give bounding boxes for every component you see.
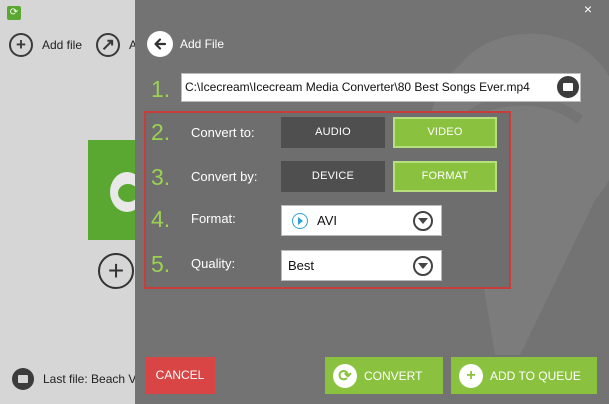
convert-by-format-button[interactable]: FORMAT — [393, 161, 497, 192]
add-file-panel: × Add File 1. C:\Icecream\Icecream Media… — [135, 0, 609, 404]
share-icon: ↗ — [96, 33, 120, 57]
close-button[interactable]: × — [581, 2, 595, 16]
folder-icon — [12, 368, 34, 390]
chevron-down-icon[interactable] — [413, 211, 433, 231]
convert-to-video-button[interactable]: VIDEO — [393, 117, 497, 148]
format-label: Format: — [191, 211, 236, 226]
refresh-icon: ⟳ — [333, 363, 357, 388]
convert-button[interactable]: ⟳ CONVERT — [325, 357, 443, 394]
quality-value: Best — [288, 258, 315, 273]
back-button[interactable] — [147, 31, 173, 57]
browse-folder-button[interactable] — [557, 76, 579, 98]
panel-title: Add File — [180, 37, 225, 51]
convert-to-label: Convert to: — [191, 125, 255, 140]
app-logo-icon: ⟳ — [7, 6, 21, 20]
step-number-5: 5. — [151, 251, 171, 277]
convert-button-label: CONVERT — [364, 368, 423, 383]
plus-icon: + — [459, 363, 483, 388]
add-file-label: Add file — [42, 38, 83, 52]
last-file-button[interactable]: Last file: Beach Vi — [12, 367, 139, 391]
share-button[interactable]: ↗ A — [96, 32, 137, 58]
step-number-4: 4. — [151, 206, 171, 232]
add-to-queue-button[interactable]: + ADD TO QUEUE — [451, 357, 597, 394]
convert-to-audio-button[interactable]: AUDIO — [281, 117, 385, 148]
chevron-down-icon[interactable] — [413, 256, 433, 276]
step-number-2: 2. — [151, 119, 171, 145]
quality-label: Quality: — [191, 256, 236, 271]
quality-select[interactable]: Best — [281, 250, 442, 281]
add-to-queue-label: ADD TO QUEUE — [490, 368, 581, 383]
step-number-3: 3. — [151, 164, 171, 190]
last-file-label: Last file: Beach Vi — [43, 372, 139, 386]
step-number-1: 1. — [151, 76, 171, 102]
plus-icon: + — [9, 33, 33, 57]
file-path-field[interactable]: C:\Icecream\Icecream Media Converter\80 … — [181, 73, 581, 102]
format-select[interactable]: AVI — [281, 205, 442, 236]
arrow-left-icon — [154, 38, 167, 50]
add-file-button[interactable]: + Add file — [9, 32, 82, 58]
convert-by-label: Convert by: — [191, 169, 258, 184]
convert-by-device-button[interactable]: DEVICE — [281, 161, 385, 192]
play-icon — [292, 212, 308, 229]
add-media-plus-icon[interactable]: + — [98, 253, 134, 289]
cancel-button[interactable]: CANCEL — [145, 357, 215, 394]
format-value: AVI — [317, 213, 337, 228]
